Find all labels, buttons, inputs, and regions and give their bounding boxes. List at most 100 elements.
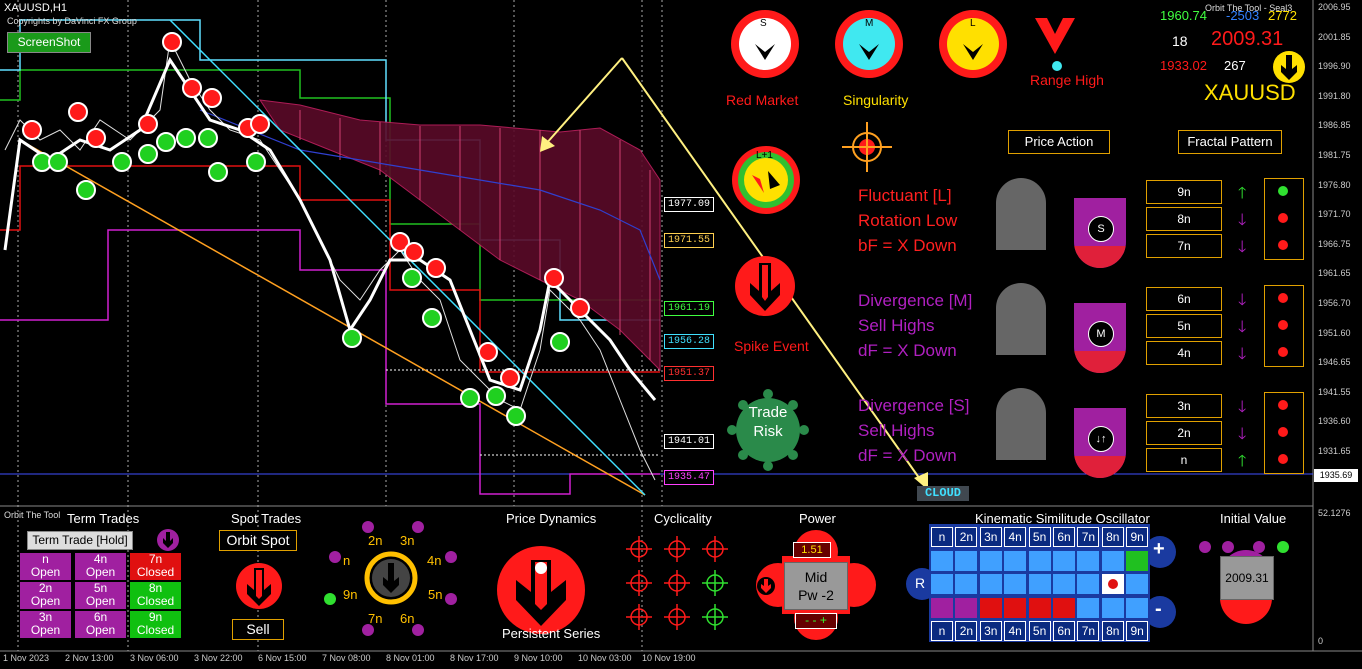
price-label-5: 1951.37 (664, 366, 715, 381)
red-status-dot (1278, 240, 1288, 250)
kso-cell (1053, 574, 1075, 594)
date-label: 10 Nov 03:00 (578, 653, 632, 663)
red-status-dot (1278, 454, 1288, 464)
analysis-line: Sell Highs (858, 421, 935, 440)
screenshot-button[interactable]: ScreenShot (7, 32, 91, 53)
kso-header-cell: 5n (1028, 527, 1051, 547)
kso-header-cell: 4n (1004, 527, 1027, 547)
stat-price: 2009.31 (1211, 28, 1284, 50)
initial-dot-4 (1277, 541, 1289, 553)
term-trade-cell[interactable]: 2n Open (20, 582, 71, 609)
kso-cell (931, 550, 953, 571)
term-trade-cell[interactable]: 8n Closed (130, 582, 181, 609)
date-label: 1 Nov 2023 (3, 653, 50, 663)
fractal-box[interactable]: 3n (1146, 394, 1222, 418)
kso-cell (1126, 574, 1149, 594)
kso-cell (1077, 597, 1100, 618)
analysis-line: dF = X Down (858, 341, 957, 360)
analysis-line: dF = X Down (858, 446, 957, 465)
term-trade-cell[interactable]: n Open (20, 553, 71, 580)
kso-cell (1101, 550, 1124, 571)
kso-cell (1004, 574, 1027, 594)
cyclicality-grid (626, 536, 728, 630)
price-label-3: 1961.19 (664, 301, 715, 316)
kso-header-cell: 6n (1053, 621, 1075, 641)
axis-price-label: 1986.85 (1318, 120, 1351, 131)
tab-fractal-pattern[interactable]: Fractal Pattern (1178, 130, 1282, 154)
kso-cell (1028, 574, 1051, 594)
kso-cell (1101, 574, 1124, 594)
term-trade-hold-button[interactable]: Term Trade [Hold] (27, 531, 133, 550)
sell-marker (544, 268, 564, 288)
fractal-box[interactable]: 5n (1146, 314, 1222, 338)
analysis-line: Fluctuant [L] (858, 186, 952, 205)
term-trade-cell[interactable]: 4n Open (75, 553, 126, 580)
analysis-line: Sell Highs (858, 316, 935, 335)
kso-header-cell: n (931, 621, 953, 641)
kso-cell (1028, 550, 1051, 571)
price-label-6: 1941.01 (664, 434, 715, 449)
term-trade-cell[interactable]: 3n Open (20, 611, 71, 638)
kso-header-cell: 8n (1101, 527, 1124, 547)
sell-button[interactable]: Sell (232, 619, 284, 640)
term-trade-cell[interactable]: 7n Closed (130, 553, 181, 580)
kso-header-cell: 3n (979, 527, 1002, 547)
buy-marker (460, 388, 480, 408)
red-market-label: Red Market (726, 92, 799, 108)
stat-num2: 267 (1224, 58, 1246, 73)
fractal-box[interactable]: 6n (1146, 287, 1222, 311)
tab-price-action[interactable]: Price Action (1008, 130, 1110, 154)
orbit-label-9n: 9n (343, 587, 358, 602)
orbit-label-3n: 3n (400, 533, 415, 548)
orbit-spot-button[interactable]: Orbit Spot (219, 530, 297, 551)
cloud-label: CLOUD (917, 486, 969, 501)
crosshair-icon (842, 122, 892, 172)
analysis-line: Divergence [S] (858, 396, 970, 415)
axis-price-label: 2001.85 (1318, 31, 1351, 42)
axis-price-label: 1976.80 (1318, 179, 1351, 190)
buy-marker (48, 152, 68, 172)
sell-marker (250, 114, 270, 134)
orbit-tool-bottom: Orbit The Tool (4, 510, 61, 520)
singularity-label: Singularity (843, 92, 909, 108)
initial-dot-1 (1199, 541, 1211, 553)
stat-low: 1933.02 (1160, 58, 1207, 73)
sell-marker (162, 32, 182, 52)
fractal-box[interactable]: 7n (1146, 234, 1222, 258)
kso-plus-label: + (1153, 538, 1165, 560)
arrow-down-icon: 🡓 (1238, 399, 1247, 416)
fractal-box[interactable]: n (1146, 448, 1222, 472)
buy-marker (550, 332, 570, 352)
gold-down-icon (1273, 51, 1305, 83)
kso-cell (1004, 597, 1027, 618)
sell-marker (570, 298, 590, 318)
fractal-box[interactable]: 4n (1146, 341, 1222, 365)
date-label: 8 Nov 01:00 (386, 653, 435, 663)
term-trade-cell[interactable]: 6n Open (75, 611, 126, 638)
buy-marker (246, 152, 266, 172)
fractal-box[interactable]: 9n (1146, 180, 1222, 204)
term-trade-cell[interactable]: 5n Open (75, 582, 126, 609)
initial-value-box: 2009.31 (1220, 556, 1274, 600)
kso-cell (1053, 597, 1075, 618)
orbit-label-4n: 4n (427, 553, 442, 568)
price-label-7: 1935.47 (664, 470, 715, 485)
copyright-label: Copyrights by DaVinci FX Group (7, 16, 137, 26)
red-status-dot (1278, 293, 1288, 303)
fractal-box[interactable]: 2n (1146, 421, 1222, 445)
power-pw-label: Pw -2 (798, 587, 834, 603)
buy-marker (486, 386, 506, 406)
axis-price-label: 1991.80 (1318, 90, 1351, 101)
kso-r-label: R (915, 575, 926, 591)
fractal-box[interactable]: 8n (1146, 207, 1222, 231)
term-trade-cell[interactable]: 9n Closed (130, 611, 181, 638)
axis-price-label: 1996.90 (1318, 61, 1351, 72)
buy-marker (402, 268, 422, 288)
date-label: 8 Nov 17:00 (450, 653, 499, 663)
red-status-dot (1278, 427, 1288, 437)
date-label: 2 Nov 13:00 (65, 653, 114, 663)
sell-marker (404, 242, 424, 262)
axis-price-label: 1966.75 (1318, 238, 1351, 249)
price-label-4: 1956.28 (664, 334, 715, 349)
analysis-line: Rotation Low (858, 211, 958, 230)
